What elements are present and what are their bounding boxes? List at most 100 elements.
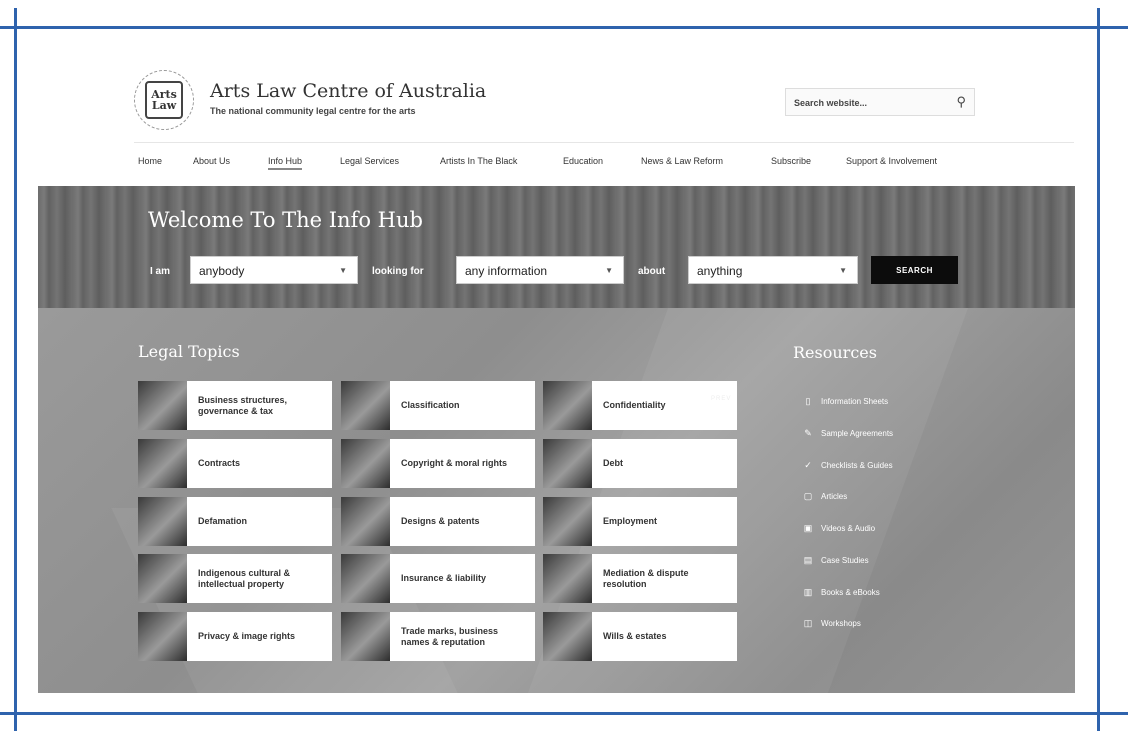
resource-case-studies[interactable]: ▤ Case Studies (801, 553, 869, 567)
about-label: about (638, 266, 666, 277)
topic-card-confidentiality[interactable]: Confidentiality (543, 381, 737, 430)
topic-card-wills-estates[interactable]: Wills & estates (543, 612, 737, 661)
topic-label: Indigenous cultural & intellectual prope… (198, 567, 291, 589)
nav-item-support-involvement[interactable]: Support & Involvement (846, 156, 937, 166)
frame-line-bottom (0, 712, 1128, 715)
resource-books-ebooks[interactable]: ▥ Books & eBooks (801, 585, 880, 599)
looking-for-value: any information (465, 264, 548, 278)
topic-thumbnail (543, 612, 592, 661)
topic-card-copyright[interactable]: Copyright & moral rights (341, 439, 535, 488)
i-am-value: anybody (199, 264, 245, 278)
resource-label: Workshops (821, 618, 861, 628)
topic-label: Business structures, governance & tax (198, 394, 288, 416)
topic-label: Classification (401, 400, 460, 410)
topic-thumbnail (543, 439, 592, 488)
topic-thumbnail (138, 381, 187, 430)
topic-label: Contracts (198, 458, 241, 468)
nav-item-education[interactable]: Education (563, 156, 603, 166)
topic-label: Confidentiality (603, 400, 666, 410)
topic-card-employment[interactable]: Employment (543, 497, 737, 546)
topic-thumbnail (341, 381, 390, 430)
frame-line-right (1097, 8, 1100, 731)
topic-card-contracts[interactable]: Contracts (138, 439, 332, 488)
nav-item-artists-in-the-black[interactable]: Artists In The Black (440, 156, 517, 166)
topic-label: Debt (603, 458, 623, 468)
frame-line-left (14, 8, 17, 731)
topic-label: Wills & estates (603, 631, 667, 641)
resource-label: Sample Agreements (821, 428, 894, 438)
resource-information-sheets[interactable]: ▯ Information Sheets (801, 394, 889, 408)
logo-mark: Arts Law (145, 81, 183, 119)
about-value: anything (697, 264, 743, 278)
topic-card-privacy[interactable]: Privacy & image rights (138, 612, 332, 661)
nav-item-info-hub[interactable]: Info Hub (268, 156, 303, 170)
chevron-down-icon: ▼ (605, 266, 613, 275)
topic-card-classification[interactable]: Classification (341, 381, 535, 430)
topic-label: Employment (603, 516, 658, 526)
topic-thumbnail (341, 497, 390, 546)
resource-workshops[interactable]: ◫ Workshops (801, 616, 861, 630)
resource-sample-agreements[interactable]: ✎ Sample Agreements (801, 426, 893, 440)
nav-item-news-law-reform[interactable]: News & Law Reform (641, 156, 723, 166)
book-icon: ▥ (803, 586, 813, 597)
topic-card-trade-marks[interactable]: Trade marks, business names & reputation (341, 612, 535, 661)
about-select[interactable]: anything ▼ (688, 256, 858, 284)
pen-icon: ✎ (804, 427, 812, 438)
resource-videos-audio[interactable]: ▣ Videos & Audio (801, 521, 875, 535)
resource-label: Information Sheets (821, 396, 889, 406)
topic-card-mediation[interactable]: Mediation & dispute resolution (543, 554, 737, 603)
folder-icon: ▤ (803, 554, 813, 565)
search-input[interactable] (786, 89, 956, 117)
topic-card-defamation[interactable]: Defamation (138, 497, 332, 546)
topic-label: Copyright & moral rights (401, 458, 508, 468)
website: Arts Law Arts Law Centre of Australia Th… (38, 48, 1075, 693)
hero-search-button[interactable]: SEARCH (871, 256, 958, 284)
resource-label: Checklists & Guides (821, 460, 893, 470)
topic-thumbnail (341, 554, 390, 603)
topic-thumbnail (138, 554, 187, 603)
logo[interactable]: Arts Law (134, 70, 194, 130)
article-icon: ▢ (803, 490, 813, 501)
workshop-icon: ◫ (803, 617, 813, 628)
topic-label: Mediation & dispute resolution (603, 567, 689, 589)
topic-thumbnail (138, 497, 187, 546)
site-tagline: The national community legal centre for … (210, 106, 416, 116)
topic-card-insurance-liability[interactable]: Insurance & liability (341, 554, 535, 603)
looking-for-label: looking for (372, 266, 424, 277)
resource-checklists-guides[interactable]: ✓ Checklists & Guides (801, 458, 893, 472)
topic-thumbnail (341, 439, 390, 488)
info-hub-hero: Welcome To The Info Hub I am anybody ▼ l… (38, 186, 1075, 308)
site-title[interactable]: Arts Law Centre of Australia (210, 80, 486, 102)
resource-label: Articles (821, 491, 848, 501)
nav-item-legal-services[interactable]: Legal Services (340, 156, 399, 166)
resource-label: Books & eBooks (821, 587, 880, 597)
nav-item-about-us[interactable]: About Us (193, 156, 230, 166)
topic-label: Insurance & liability (401, 573, 487, 583)
topic-card-designs-patents[interactable]: Designs & patents (341, 497, 535, 546)
topic-label: Defamation (198, 516, 248, 526)
topic-card-debt[interactable]: Debt (543, 439, 737, 488)
chevron-down-icon: ▼ (339, 266, 347, 275)
i-am-select[interactable]: anybody ▼ (190, 256, 358, 284)
topic-label: Privacy & image rights (198, 631, 296, 641)
resources-title: Resources (793, 343, 877, 362)
search-icon[interactable]: ⚲ (956, 95, 966, 109)
resource-label: Videos & Audio (821, 523, 876, 533)
topic-card-indigenous-cultural[interactable]: Indigenous cultural & intellectual prope… (138, 554, 332, 603)
document-icon: ▯ (805, 395, 811, 406)
chevron-down-icon: ▼ (839, 266, 847, 275)
header-divider (134, 142, 1074, 143)
resource-articles[interactable]: ▢ Articles (801, 489, 848, 503)
topic-card-business-structures[interactable]: Business structures, governance & tax (138, 381, 332, 430)
site-search: ⚲ (785, 88, 975, 117)
hero-title: Welcome To The Info Hub (148, 208, 423, 232)
carousel-prev-text[interactable]: PREV (711, 396, 731, 402)
nav-item-subscribe[interactable]: Subscribe (771, 156, 811, 166)
check-icon: ✓ (804, 459, 812, 470)
legal-topics-title: Legal Topics (138, 342, 240, 361)
i-am-label: I am (150, 266, 171, 277)
content-area: Legal Topics Resources Business structur… (38, 308, 1075, 693)
resource-label: Case Studies (821, 555, 869, 565)
looking-for-select[interactable]: any information ▼ (456, 256, 624, 284)
nav-item-home[interactable]: Home (138, 156, 162, 166)
